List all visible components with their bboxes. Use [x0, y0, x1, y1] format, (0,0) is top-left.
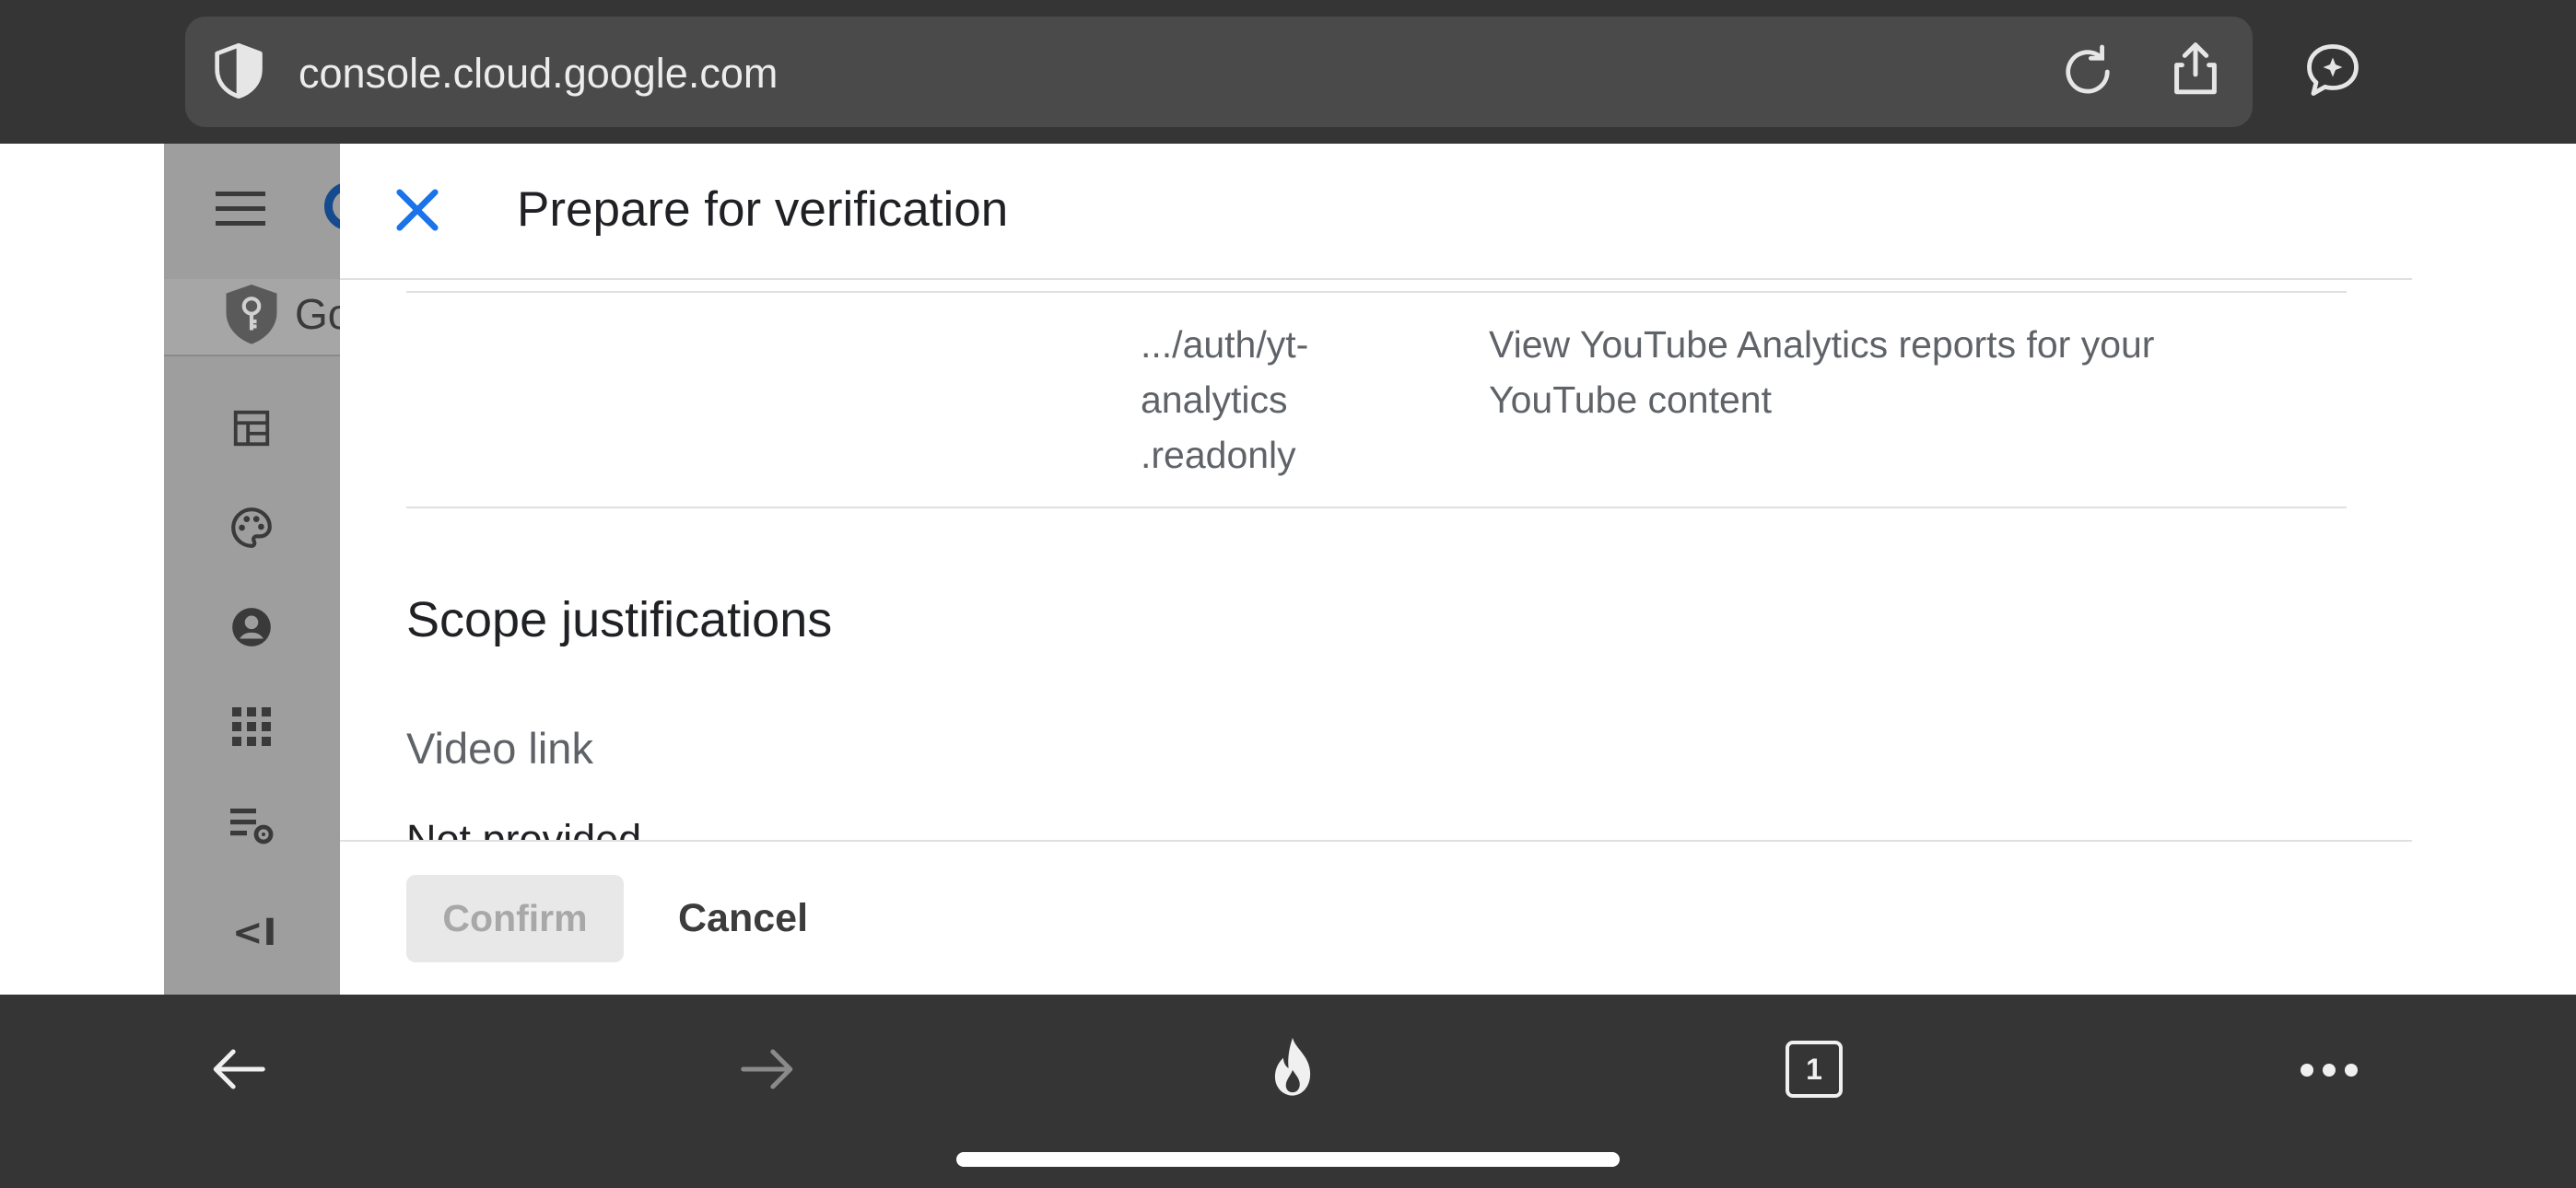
- url-text[interactable]: console.cloud.google.com: [299, 48, 778, 99]
- list-settings-icon[interactable]: [228, 803, 276, 852]
- apps-grid-icon[interactable]: [232, 707, 271, 751]
- table-row-divider-bottom: [406, 507, 2347, 508]
- confirm-button[interactable]: Confirm: [406, 875, 624, 962]
- google-cloud-logo-partial: [324, 181, 341, 232]
- fire-icon[interactable]: [1264, 1035, 1321, 1104]
- more-options-icon[interactable]: [2298, 1061, 2360, 1084]
- home-indicator: [956, 1152, 1620, 1167]
- sidebar-product-title: Go: [295, 290, 341, 338]
- cancel-button[interactable]: Cancel: [657, 875, 829, 962]
- dashboard-icon[interactable]: [230, 407, 273, 454]
- table-row-divider-top: [406, 291, 2347, 293]
- back-arrow-icon[interactable]: [206, 1037, 271, 1106]
- palette-icon[interactable]: [228, 505, 275, 555]
- dialog-footer: [340, 840, 2412, 996]
- page-background-right: [2412, 144, 2576, 995]
- page-background-left: [0, 144, 164, 995]
- video-link-value-clip: Not provided: [340, 801, 2412, 840]
- forward-arrow-icon[interactable]: [735, 1037, 800, 1106]
- scope-description-cell: View YouTube Analytics reports for your …: [1489, 317, 2154, 427]
- dialog-title: Prepare for verification: [517, 182, 1009, 237]
- hamburger-menu-icon[interactable]: [214, 188, 267, 235]
- video-link-value: Not provided: [406, 816, 642, 840]
- share-icon[interactable]: [2163, 37, 2228, 101]
- scope-name-cell: .../auth/yt- analytics .readonly: [1141, 317, 1308, 483]
- scope-description-line-1: View YouTube Analytics reports for your: [1489, 323, 2155, 366]
- shield-icon[interactable]: [206, 39, 271, 103]
- tabs-count-button[interactable]: 1: [1786, 1041, 1843, 1098]
- reload-icon[interactable]: [2056, 41, 2119, 103]
- scope-name-line-3: .readonly: [1141, 434, 1296, 476]
- account-icon[interactable]: [228, 604, 275, 655]
- scope-name-line-1: .../auth/yt-: [1141, 323, 1309, 366]
- security-key-icon: [221, 282, 282, 353]
- scope-name-line-2: analytics: [1141, 379, 1288, 421]
- scope-description-line-2: YouTube content: [1489, 379, 1772, 421]
- collapse-sidebar-icon[interactable]: <I: [232, 912, 276, 954]
- video-link-label: Video link: [406, 724, 593, 773]
- scope-justifications-heading: Scope justifications: [406, 592, 833, 647]
- assistant-chat-icon[interactable]: [2300, 37, 2366, 103]
- close-icon[interactable]: [387, 180, 448, 240]
